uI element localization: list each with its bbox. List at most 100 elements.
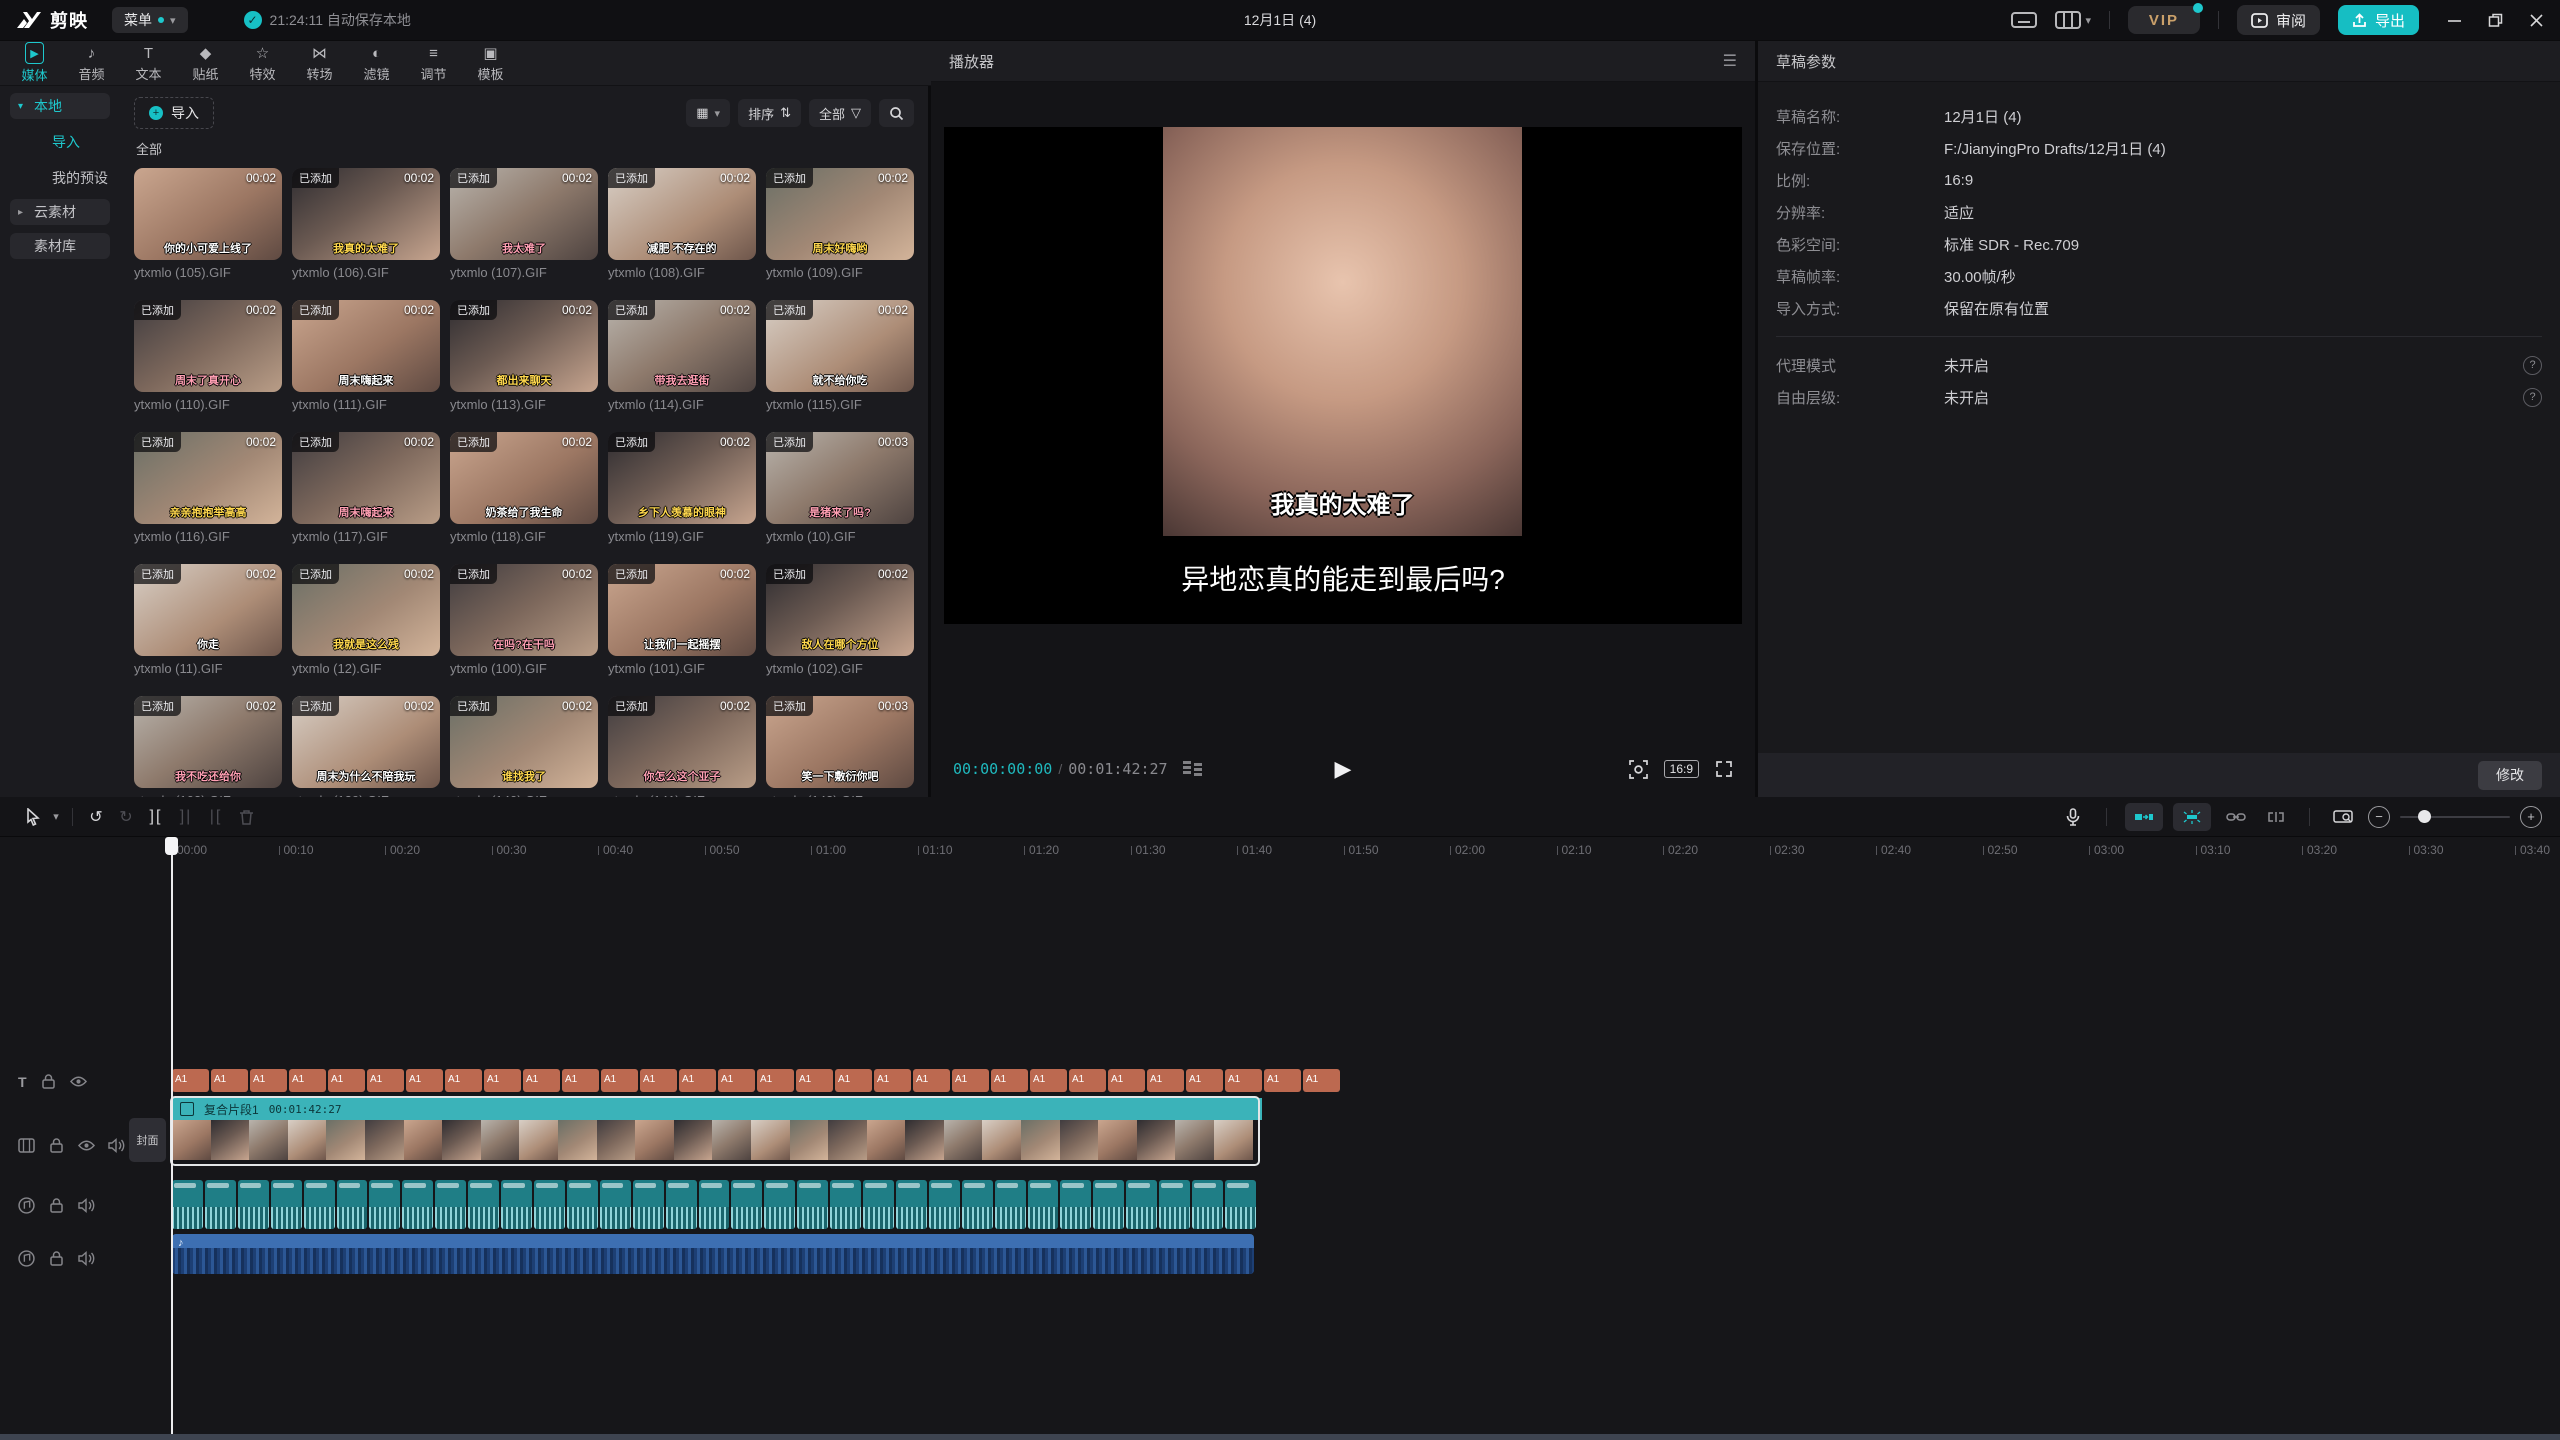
eye-icon[interactable] <box>78 1137 95 1154</box>
tab-4[interactable]: ◆ 贴纸 <box>177 43 234 83</box>
audio-segment[interactable] <box>830 1180 861 1229</box>
text-segment[interactable]: A1 <box>991 1069 1028 1092</box>
media-item[interactable]: 00:02 你的小可爱上线了 ytxmlo (105).GIF <box>134 168 282 281</box>
delete-button[interactable] <box>231 804 261 830</box>
audio-segment[interactable] <box>699 1180 730 1229</box>
speaker-icon[interactable] <box>78 1250 95 1267</box>
export-button[interactable]: 导出 <box>2338 5 2419 35</box>
audio-segment[interactable] <box>567 1180 598 1229</box>
eye-icon[interactable] <box>70 1073 87 1090</box>
sort-button[interactable]: 排序⇅ <box>738 99 801 127</box>
audio-segment[interactable] <box>402 1180 433 1229</box>
media-item[interactable]: 已添加 00:02 亲亲抱抱举高高 ytxmlo (116).GIF <box>134 432 282 545</box>
info-icon[interactable]: ? <box>2523 356 2542 375</box>
timeline-horizontal-scrollbar[interactable] <box>0 1434 2560 1440</box>
text-segment[interactable]: A1 <box>835 1069 872 1092</box>
media-item[interactable]: 已添加 00:02 我不吃还给你 ytxmlo (103).GIF <box>134 696 282 797</box>
shortcut-keyboard-icon[interactable] <box>2011 10 2037 30</box>
audio-segment[interactable] <box>995 1180 1026 1229</box>
text-segment[interactable]: A1 <box>445 1069 482 1092</box>
play-button[interactable]: ▶ <box>1335 756 1352 782</box>
media-item[interactable]: 已添加 00:02 你怎么这个亚子 ytxmlo (141).GIF <box>608 696 756 797</box>
text-segment[interactable]: A1 <box>874 1069 911 1092</box>
preview-canvas[interactable]: 我真的太难了 异地恋真的能走到最后吗? <box>944 127 1742 624</box>
filter-button[interactable]: 全部▽ <box>809 99 871 127</box>
media-item[interactable]: 已添加 00:03 是猪来了吗? ytxmlo (10).GIF <box>766 432 914 545</box>
text-segment[interactable]: A1 <box>601 1069 638 1092</box>
close-button[interactable] <box>2529 13 2544 28</box>
unlink-toggle[interactable] <box>2261 804 2291 830</box>
media-item[interactable]: 已添加 00:02 我真的太难了 ytxmlo (106).GIF <box>292 168 440 281</box>
text-segment[interactable]: A1 <box>679 1069 716 1092</box>
media-item[interactable]: 已添加 00:02 敌人在哪个方位 ytxmlo (102).GIF <box>766 564 914 677</box>
snapshot-icon[interactable] <box>1629 760 1648 779</box>
review-button[interactable]: 审阅 <box>2237 5 2320 35</box>
lock-icon[interactable] <box>48 1137 65 1154</box>
media-item[interactable]: 已添加 00:02 周末了真开心 ytxmlo (110).GIF <box>134 300 282 413</box>
lock-icon[interactable] <box>40 1073 57 1090</box>
layout-switcher[interactable]: ▾ <box>2055 10 2091 30</box>
view-mode-button[interactable]: ▦▾ <box>686 99 730 127</box>
link-toggle[interactable] <box>2221 804 2251 830</box>
tab-2[interactable]: ♪ 音频 <box>63 43 120 83</box>
media-item[interactable]: 已添加 00:02 谁找我了 ytxmlo (140).GIF <box>450 696 598 797</box>
record-voiceover-button[interactable] <box>2058 804 2088 830</box>
media-item[interactable]: 已添加 00:02 我太难了 ytxmlo (107).GIF <box>450 168 598 281</box>
audio-segment[interactable] <box>962 1180 993 1229</box>
player-menu-icon[interactable]: ☰ <box>1723 51 1737 71</box>
text-segment[interactable]: A1 <box>523 1069 560 1092</box>
audio-segment[interactable] <box>863 1180 894 1229</box>
text-segment[interactable]: A1 <box>1030 1069 1067 1092</box>
tab-8[interactable]: ≡ 调节 <box>405 43 462 83</box>
audio-segment[interactable] <box>501 1180 532 1229</box>
audio-segment[interactable] <box>764 1180 795 1229</box>
audio-segment[interactable] <box>1225 1180 1256 1229</box>
vip-badge[interactable]: VIP <box>2128 6 2200 34</box>
text-segment[interactable]: A1 <box>328 1069 365 1092</box>
timeline[interactable]: 00:00 00:10 00:20 00:30 00:40 00:50 01:0… <box>0 837 2560 1434</box>
zoom-slider-handle[interactable] <box>2418 810 2431 823</box>
media-item[interactable]: 已添加 00:02 乡下人羡慕的眼神 ytxmlo (119).GIF <box>608 432 756 545</box>
text-segment[interactable]: A1 <box>1186 1069 1223 1092</box>
audio-segment[interactable] <box>1028 1180 1059 1229</box>
audio-segment[interactable] <box>929 1180 960 1229</box>
audio-segment[interactable] <box>797 1180 828 1229</box>
cover-button[interactable]: 封面 <box>129 1118 166 1162</box>
text-segment[interactable]: A1 <box>1069 1069 1106 1092</box>
media-item[interactable]: 已添加 00:02 都出来聊天 ytxmlo (113).GIF <box>450 300 598 413</box>
magnetic-snap-toggle[interactable] <box>2125 803 2163 831</box>
tab-9[interactable]: ▣ 模板 <box>462 43 519 83</box>
preview-axis-button[interactable] <box>2328 804 2358 830</box>
undo-button[interactable]: ↺ <box>81 804 111 830</box>
text-segment[interactable]: A1 <box>952 1069 989 1092</box>
speaker-icon[interactable] <box>108 1137 125 1154</box>
lock-icon[interactable] <box>48 1250 65 1267</box>
frame-stack-icon[interactable] <box>1182 760 1204 778</box>
text-segment[interactable]: A1 <box>172 1069 209 1092</box>
restore-button[interactable] <box>2488 13 2503 28</box>
select-tool-chevron[interactable]: ▾ <box>48 804 64 830</box>
audio-segment[interactable] <box>1126 1180 1157 1229</box>
text-segment[interactable]: A1 <box>562 1069 599 1092</box>
tab-5[interactable]: ☆ 特效 <box>234 43 291 83</box>
timeline-zoom-slider[interactable] <box>2400 816 2510 818</box>
audio-segment[interactable] <box>534 1180 565 1229</box>
playhead-handle[interactable] <box>165 837 178 855</box>
search-button[interactable] <box>879 99 914 127</box>
split-button[interactable]: ][ <box>141 804 171 830</box>
audio-segment[interactable] <box>1192 1180 1223 1229</box>
audio-segment[interactable] <box>1159 1180 1190 1229</box>
audio-segment[interactable] <box>633 1180 664 1229</box>
text-segment[interactable]: A1 <box>913 1069 950 1092</box>
text-segment[interactable]: A1 <box>250 1069 287 1092</box>
auto-linkage-toggle[interactable] <box>2173 803 2211 831</box>
speaker-icon[interactable] <box>78 1197 95 1214</box>
text-segment[interactable]: A1 <box>757 1069 794 1092</box>
audio-segment[interactable] <box>1060 1180 1091 1229</box>
sidebar-item-素材库[interactable]: 素材库 <box>10 233 110 259</box>
media-item[interactable]: 已添加 00:02 你走 ytxmlo (11).GIF <box>134 564 282 677</box>
audio-segment[interactable] <box>369 1180 400 1229</box>
text-segment[interactable]: A1 <box>718 1069 755 1092</box>
fullscreen-icon[interactable] <box>1715 760 1733 778</box>
sidebar-item-导入[interactable]: 导入 <box>10 129 110 155</box>
